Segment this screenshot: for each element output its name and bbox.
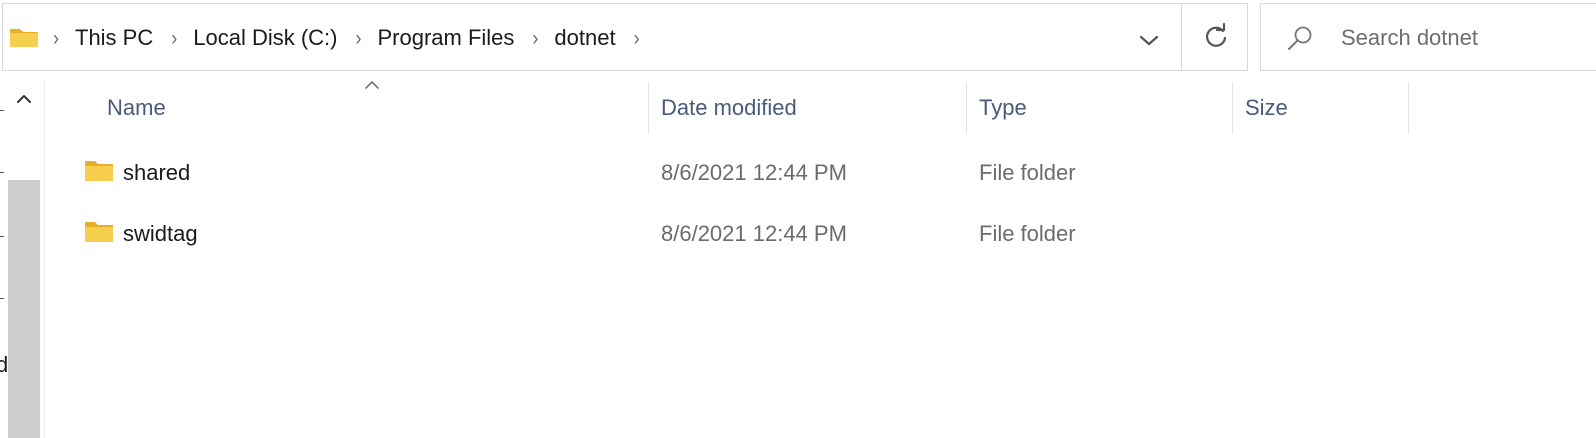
breadcrumb: › This PC › Local Disk (C:) › Program Fi… bbox=[49, 4, 656, 72]
list-item[interactable]: shared 8/6/2021 12:44 PM File folder bbox=[46, 144, 1406, 202]
nav-scrollbar-thumb[interactable] bbox=[8, 180, 40, 438]
nav-item-partial[interactable]: d bbox=[0, 352, 8, 378]
refresh-button[interactable] bbox=[1181, 4, 1249, 70]
breadcrumb-local-disk[interactable]: Local Disk (C:) bbox=[193, 25, 337, 51]
column-divider[interactable] bbox=[966, 82, 967, 134]
chevron-up-icon bbox=[17, 95, 31, 103]
folder-icon bbox=[85, 222, 113, 242]
scroll-up-button[interactable] bbox=[8, 84, 40, 114]
column-header-type[interactable]: Type bbox=[979, 82, 1027, 134]
file-date-modified: 8/6/2021 12:44 PM bbox=[661, 221, 847, 246]
column-header-size[interactable]: Size bbox=[1245, 82, 1288, 134]
list-item[interactable]: swidtag 8/6/2021 12:44 PM File folder bbox=[46, 205, 1406, 263]
column-divider[interactable] bbox=[1232, 82, 1233, 134]
breadcrumb-this-pc[interactable]: This PC bbox=[75, 25, 153, 51]
file-type: File folder bbox=[979, 221, 1076, 246]
refresh-icon bbox=[1205, 23, 1226, 47]
column-header-date-modified[interactable]: Date modified bbox=[661, 82, 797, 134]
search-input[interactable]: Search dotnet bbox=[1260, 3, 1596, 71]
file-date-modified: 8/6/2021 12:44 PM bbox=[661, 160, 847, 185]
navigation-bar: › This PC › Local Disk (C:) › Program Fi… bbox=[0, 0, 1596, 72]
column-divider[interactable] bbox=[648, 82, 649, 134]
chevron-right-icon[interactable]: › bbox=[528, 25, 542, 50]
folder-icon bbox=[85, 161, 113, 181]
address-bar[interactable]: › This PC › Local Disk (C:) › Program Fi… bbox=[2, 3, 1248, 71]
breadcrumb-dotnet[interactable]: dotnet bbox=[554, 25, 615, 51]
column-header-name[interactable]: Name bbox=[107, 82, 166, 134]
folder-icon bbox=[10, 29, 38, 47]
caret-up-icon bbox=[365, 81, 379, 89]
file-name: swidtag bbox=[123, 221, 198, 246]
chevron-right-icon[interactable]: › bbox=[352, 25, 366, 50]
file-name: shared bbox=[123, 160, 191, 185]
pane-divider[interactable] bbox=[44, 80, 45, 438]
chevron-down-icon[interactable] bbox=[1135, 26, 1163, 54]
search-placeholder: Search dotnet bbox=[1341, 25, 1478, 50]
column-divider[interactable] bbox=[1408, 82, 1409, 134]
search-icon bbox=[1288, 26, 1312, 50]
breadcrumb-program-files[interactable]: Program Files bbox=[378, 25, 515, 51]
file-type: File folder bbox=[979, 160, 1076, 185]
chevron-right-icon[interactable]: › bbox=[49, 25, 63, 50]
chevron-right-icon[interactable]: › bbox=[167, 25, 181, 50]
chevron-right-icon[interactable]: › bbox=[630, 25, 644, 50]
